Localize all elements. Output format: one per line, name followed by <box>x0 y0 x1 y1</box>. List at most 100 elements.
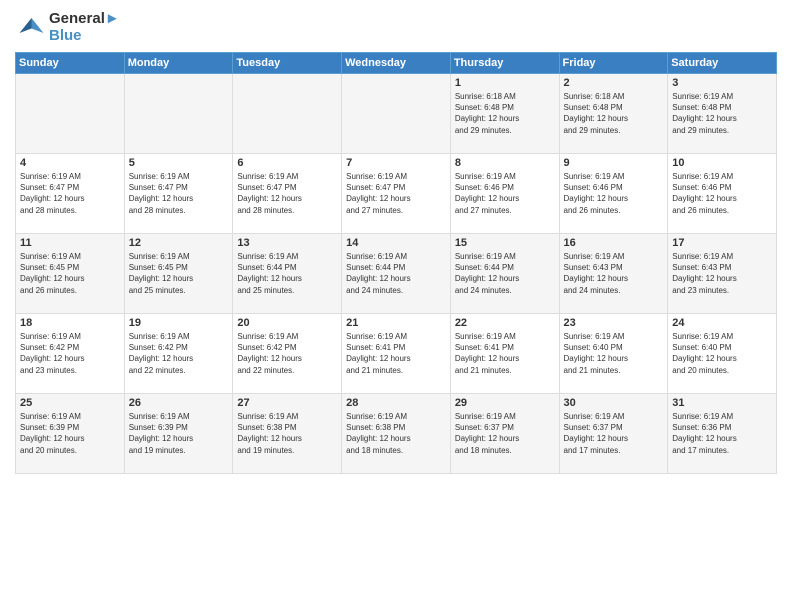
calendar-table: SundayMondayTuesdayWednesdayThursdayFrid… <box>15 52 777 474</box>
day-detail: Sunrise: 6:19 AM Sunset: 6:44 PM Dayligh… <box>455 251 555 296</box>
day-detail: Sunrise: 6:19 AM Sunset: 6:40 PM Dayligh… <box>672 331 772 376</box>
calendar-cell: 13 Sunrise: 6:19 AM Sunset: 6:44 PM Dayli… <box>233 234 342 314</box>
day-number: 4 <box>20 157 120 169</box>
day-detail: Sunrise: 6:19 AM Sunset: 6:38 PM Dayligh… <box>237 411 337 456</box>
calendar-cell <box>233 74 342 154</box>
day-number: 14 <box>346 237 446 249</box>
header: General► Blue <box>15 10 777 44</box>
day-number: 3 <box>672 77 772 89</box>
day-number: 1 <box>455 77 555 89</box>
calendar-cell: 28 Sunrise: 6:19 AM Sunset: 6:38 PM Dayli… <box>342 394 451 474</box>
day-number: 7 <box>346 157 446 169</box>
day-detail: Sunrise: 6:19 AM Sunset: 6:36 PM Dayligh… <box>672 411 772 456</box>
day-number: 2 <box>564 77 664 89</box>
week-row-3: 18 Sunrise: 6:19 AM Sunset: 6:42 PM Dayli… <box>16 314 777 394</box>
day-number: 15 <box>455 237 555 249</box>
day-detail: Sunrise: 6:19 AM Sunset: 6:42 PM Dayligh… <box>129 331 229 376</box>
day-detail: Sunrise: 6:19 AM Sunset: 6:47 PM Dayligh… <box>20 171 120 216</box>
weekday-header-saturday: Saturday <box>668 53 777 74</box>
day-number: 23 <box>564 317 664 329</box>
day-detail: Sunrise: 6:19 AM Sunset: 6:41 PM Dayligh… <box>455 331 555 376</box>
weekday-header-monday: Monday <box>124 53 233 74</box>
calendar-cell: 22 Sunrise: 6:19 AM Sunset: 6:41 PM Dayli… <box>450 314 559 394</box>
day-detail: Sunrise: 6:19 AM Sunset: 6:47 PM Dayligh… <box>129 171 229 216</box>
calendar-cell: 16Sunrise: 6:19 AM Sunset: 6:43 PM Dayli… <box>559 234 668 314</box>
day-number: 29 <box>455 397 555 409</box>
day-number: 18 <box>20 317 120 329</box>
calendar-cell: 11Sunrise: 6:19 AM Sunset: 6:45 PM Dayli… <box>16 234 125 314</box>
day-detail: Sunrise: 6:19 AM Sunset: 6:41 PM Dayligh… <box>346 331 446 376</box>
day-detail: Sunrise: 6:19 AM Sunset: 6:43 PM Dayligh… <box>672 251 772 296</box>
calendar-cell: 20 Sunrise: 6:19 AM Sunset: 6:42 PM Dayli… <box>233 314 342 394</box>
day-detail: Sunrise: 6:19 AM Sunset: 6:42 PM Dayligh… <box>20 331 120 376</box>
day-detail: Sunrise: 6:19 AM Sunset: 6:39 PM Dayligh… <box>20 411 120 456</box>
day-detail: Sunrise: 6:18 AM Sunset: 6:48 PM Dayligh… <box>455 91 555 136</box>
day-detail: Sunrise: 6:19 AM Sunset: 6:40 PM Dayligh… <box>564 331 664 376</box>
day-detail: Sunrise: 6:19 AM Sunset: 6:43 PM Dayligh… <box>564 251 664 296</box>
day-number: 10 <box>672 157 772 169</box>
day-number: 27 <box>237 397 337 409</box>
day-number: 30 <box>564 397 664 409</box>
day-detail: Sunrise: 6:19 AM Sunset: 6:46 PM Dayligh… <box>564 171 664 216</box>
calendar-cell: 19 Sunrise: 6:19 AM Sunset: 6:42 PM Dayli… <box>124 314 233 394</box>
logo-icon <box>15 12 45 42</box>
day-number: 28 <box>346 397 446 409</box>
day-number: 9 <box>564 157 664 169</box>
weekday-header-friday: Friday <box>559 53 668 74</box>
day-number: 20 <box>237 317 337 329</box>
day-number: 6 <box>237 157 337 169</box>
day-detail: Sunrise: 6:19 AM Sunset: 6:38 PM Dayligh… <box>346 411 446 456</box>
day-detail: Sunrise: 6:19 AM Sunset: 6:46 PM Dayligh… <box>455 171 555 216</box>
day-detail: Sunrise: 6:19 AM Sunset: 6:42 PM Dayligh… <box>237 331 337 376</box>
day-detail: Sunrise: 6:19 AM Sunset: 6:45 PM Dayligh… <box>129 251 229 296</box>
calendar-cell: 15 Sunrise: 6:19 AM Sunset: 6:44 PM Dayli… <box>450 234 559 314</box>
week-row-2: 11 Sunrise: 6:19 AM Sunset: 6:45 PM Dayli… <box>16 234 777 314</box>
calendar-cell: 25 Sunrise: 6:19 AM Sunset: 6:39 PM Dayli… <box>16 394 125 474</box>
day-number: 21 <box>346 317 446 329</box>
day-number: 8 <box>455 157 555 169</box>
calendar-body: 1 Sunrise: 6:18 AM Sunset: 6:48 PM Daylig… <box>16 74 777 474</box>
calendar-cell: 30 Sunrise: 6:19 AM Sunset: 6:37 PM Dayli… <box>559 394 668 474</box>
day-detail: Sunrise: 6:19 AM Sunset: 6:46 PM Dayligh… <box>672 171 772 216</box>
day-detail: Sunrise: 6:19 AM Sunset: 6:47 PM Dayligh… <box>237 171 337 216</box>
calendar-cell: 4 Sunrise: 6:19 AM Sunset: 6:47 PM Daylig… <box>16 154 125 234</box>
week-row-0: 1 Sunrise: 6:18 AM Sunset: 6:48 PM Daylig… <box>16 74 777 154</box>
day-number: 5 <box>129 157 229 169</box>
calendar-cell <box>342 74 451 154</box>
day-number: 26 <box>129 397 229 409</box>
calendar-cell <box>124 74 233 154</box>
calendar-cell: 2 Sunrise: 6:18 AM Sunset: 6:48 PM Daylig… <box>559 74 668 154</box>
calendar-cell: 9 Sunrise: 6:19 AM Sunset: 6:46 PM Daylig… <box>559 154 668 234</box>
page: General► Blue SundayMondayTuesdayWednesd… <box>0 0 792 612</box>
day-detail: Sunrise: 6:19 AM Sunset: 6:37 PM Dayligh… <box>564 411 664 456</box>
calendar-cell: 31 Sunrise: 6:19 AM Sunset: 6:36 PM Dayli… <box>668 394 777 474</box>
day-detail: Sunrise: 6:19 AM Sunset: 6:48 PM Dayligh… <box>672 91 772 136</box>
day-number: 13 <box>237 237 337 249</box>
week-row-4: 25 Sunrise: 6:19 AM Sunset: 6:39 PM Dayli… <box>16 394 777 474</box>
calendar-cell: 7Sunrise: 6:19 AM Sunset: 6:47 PM Daylig… <box>342 154 451 234</box>
day-number: 25 <box>20 397 120 409</box>
day-number: 31 <box>672 397 772 409</box>
logo: General► Blue <box>15 10 120 44</box>
day-number: 12 <box>129 237 229 249</box>
calendar-cell: 1 Sunrise: 6:18 AM Sunset: 6:48 PM Daylig… <box>450 74 559 154</box>
day-detail: Sunrise: 6:19 AM Sunset: 6:37 PM Dayligh… <box>455 411 555 456</box>
day-number: 22 <box>455 317 555 329</box>
calendar-cell: 27 Sunrise: 6:19 AM Sunset: 6:38 PM Dayli… <box>233 394 342 474</box>
weekday-header-tuesday: Tuesday <box>233 53 342 74</box>
calendar-cell: 6 Sunrise: 6:19 AM Sunset: 6:47 PM Daylig… <box>233 154 342 234</box>
day-detail: Sunrise: 6:19 AM Sunset: 6:44 PM Dayligh… <box>237 251 337 296</box>
calendar-cell: 17 Sunrise: 6:19 AM Sunset: 6:43 PM Dayli… <box>668 234 777 314</box>
day-detail: Sunrise: 6:19 AM Sunset: 6:39 PM Dayligh… <box>129 411 229 456</box>
logo-text: General► Blue <box>49 10 120 44</box>
week-row-1: 4 Sunrise: 6:19 AM Sunset: 6:47 PM Daylig… <box>16 154 777 234</box>
calendar-cell: 21 Sunrise: 6:19 AM Sunset: 6:41 PM Dayli… <box>342 314 451 394</box>
day-number: 19 <box>129 317 229 329</box>
calendar-cell: 10 Sunrise: 6:19 AM Sunset: 6:46 PM Dayli… <box>668 154 777 234</box>
day-number: 11 <box>20 237 120 249</box>
day-detail: Sunrise: 6:18 AM Sunset: 6:48 PM Dayligh… <box>564 91 664 136</box>
day-number: 17 <box>672 237 772 249</box>
calendar-cell: 23 Sunrise: 6:19 AM Sunset: 6:40 PM Dayli… <box>559 314 668 394</box>
weekday-header-thursday: Thursday <box>450 53 559 74</box>
weekday-header-wednesday: Wednesday <box>342 53 451 74</box>
